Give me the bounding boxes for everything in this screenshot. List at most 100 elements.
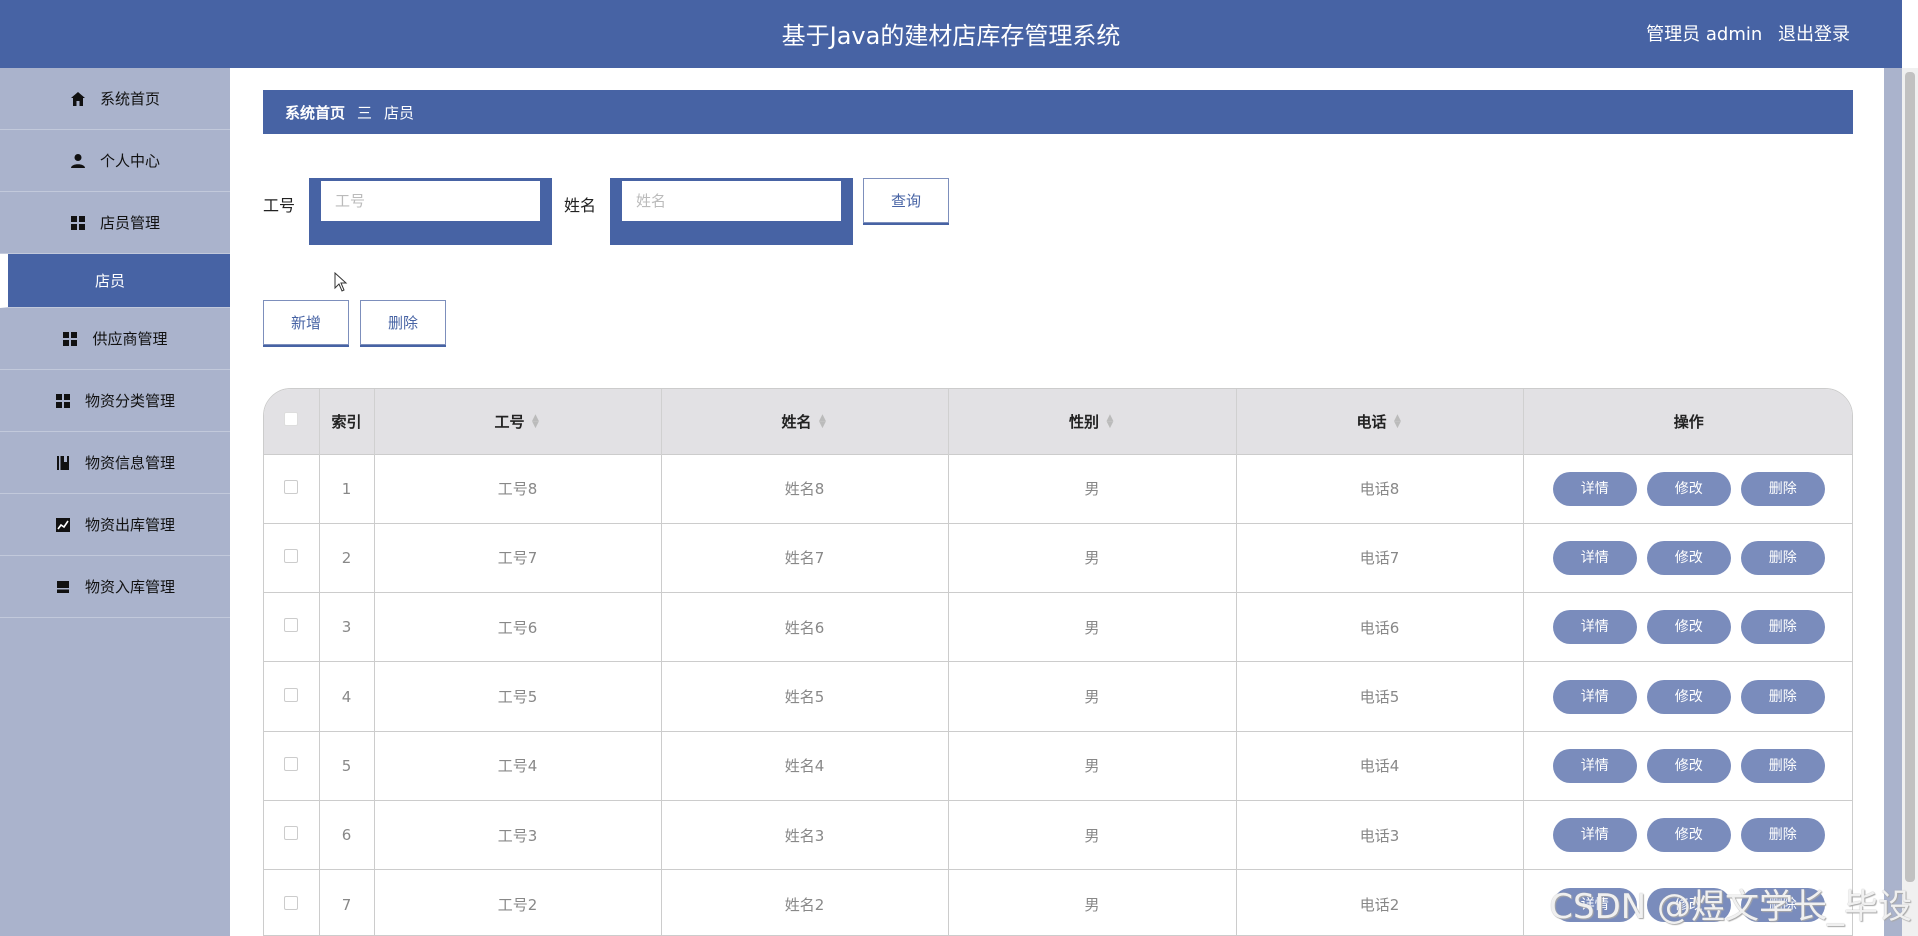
grid-icon xyxy=(63,331,78,346)
row-delete-button[interactable]: 删除 xyxy=(1740,540,1825,575)
row-checkbox[interactable] xyxy=(284,548,299,563)
sort-icon[interactable]: ▲ ▼ xyxy=(818,414,828,430)
column-header-ops: 操作 xyxy=(1523,389,1852,454)
row-select-cell xyxy=(264,730,320,801)
grid-icon xyxy=(70,215,85,230)
table-row: 5 工号4 姓名4 男电话4 详情 修改 删除 xyxy=(264,730,1852,801)
row-delete-button[interactable]: 删除 xyxy=(1740,471,1825,506)
row-delete-button[interactable]: 删除 xyxy=(1740,610,1825,645)
row-select-cell xyxy=(264,522,320,593)
breadcrumb-home[interactable]: 系统首页 xyxy=(285,102,345,123)
row-checkbox[interactable] xyxy=(284,895,299,910)
book-icon xyxy=(56,455,69,470)
sidebar-item-clerk-management[interactable]: 店员管理 xyxy=(0,192,230,254)
edit-button[interactable]: 修改 xyxy=(1646,610,1731,645)
detail-button[interactable]: 详情 xyxy=(1552,471,1637,506)
home-icon xyxy=(70,91,85,106)
row-checkbox[interactable] xyxy=(284,479,299,494)
row-select-cell xyxy=(264,592,320,662)
table-header-row: 索引 工号 ▲ ▼ 姓名 ▲ ▼ 性别 ▲ ▼ 电话 ▲ ▼ 操作 xyxy=(264,389,1852,454)
sidebar-item-home[interactable]: 系统首页 xyxy=(0,68,230,130)
sidebar-item-label: 店员管理 xyxy=(99,214,160,232)
detail-button[interactable]: 详情 xyxy=(1552,679,1637,714)
detail-button[interactable]: 详情 xyxy=(1552,610,1637,645)
table-row: 1 工号8 姓名8 男电话8 详情 修改 删除 xyxy=(264,453,1852,524)
column-header-id[interactable]: 工号 ▲ ▼ xyxy=(374,389,662,454)
gender-cell: 男 xyxy=(948,522,1237,593)
mouse-cursor-icon xyxy=(334,272,348,292)
clerk-table: 索引 工号 ▲ ▼ 姓名 ▲ ▼ 性别 ▲ ▼ 电话 ▲ ▼ 操作 1 工号8 姓名8 男电话8 详情修… xyxy=(263,388,1853,936)
sidebar-item-supplier-management[interactable]: 供应商管理 xyxy=(0,308,230,370)
column-header-name[interactable]: 姓名 ▲ ▼ xyxy=(661,389,949,454)
chart-icon xyxy=(55,517,70,532)
sidebar-item-outbound[interactable]: 物资出库管理 xyxy=(0,494,230,556)
column-header-gender[interactable]: 性别 ▲ ▼ xyxy=(948,389,1237,454)
sidebar-item-category-management[interactable]: 物资分类管理 xyxy=(0,370,230,432)
phone-cell: 电话2 xyxy=(1236,869,1524,935)
gender-cell: 男 xyxy=(948,799,1237,870)
sidebar: 系统首页 个人中心 店员管理 店员 供应商管理 物资分类管理 物资信息管理 物资… xyxy=(0,68,230,936)
edit-button[interactable]: 修改 xyxy=(1646,748,1731,783)
column-header-phone[interactable]: 电话 ▲ ▼ xyxy=(1236,389,1524,454)
detail-button[interactable]: 详情 xyxy=(1552,540,1637,575)
edit-button[interactable]: 修改 xyxy=(1646,471,1731,506)
id-cell: 工号2 xyxy=(374,869,662,935)
detail-button[interactable]: 详情 xyxy=(1552,748,1637,783)
phone-cell: 电话3 xyxy=(1236,799,1524,870)
sidebar-item-profile[interactable]: 个人中心 xyxy=(0,130,230,192)
sort-icon[interactable]: ▲ ▼ xyxy=(1105,414,1115,430)
phone-cell: 电话6 xyxy=(1236,592,1524,662)
name-cell: 姓名5 xyxy=(661,661,949,732)
header-label: 电话 xyxy=(1356,412,1387,431)
search-bar: 工号 姓名 查询 xyxy=(263,178,950,248)
edit-button[interactable]: 修改 xyxy=(1646,818,1731,853)
sidebar-item-label: 系统首页 xyxy=(99,90,160,108)
edit-button[interactable]: 修改 xyxy=(1646,679,1731,714)
name-input[interactable] xyxy=(622,181,842,221)
gender-cell: 男 xyxy=(948,661,1237,732)
delete-button[interactable]: 删除 xyxy=(360,300,446,345)
sort-icon[interactable]: ▲ ▼ xyxy=(1393,414,1403,430)
row-checkbox[interactable] xyxy=(284,618,299,633)
name-cell: 姓名4 xyxy=(661,730,949,801)
name-cell: 姓名7 xyxy=(661,522,949,593)
breadcrumb-current: 店员 xyxy=(384,103,415,122)
ops-cell: 详情 修改 删除 xyxy=(1523,592,1852,662)
row-delete-button[interactable]: 删除 xyxy=(1740,818,1825,853)
id-input[interactable] xyxy=(321,181,541,221)
scrollbar-thumb[interactable] xyxy=(1905,72,1915,882)
row-checkbox[interactable] xyxy=(284,756,299,771)
id-field-wrapper xyxy=(309,178,553,245)
detail-button[interactable]: 详情 xyxy=(1552,818,1637,853)
row-checkbox[interactable] xyxy=(284,687,299,702)
grid-icon xyxy=(55,393,70,408)
sidebar-item-inbound[interactable]: 物资入库管理 xyxy=(0,556,230,618)
row-delete-button[interactable]: 删除 xyxy=(1740,748,1825,783)
phone-cell: 电话7 xyxy=(1236,522,1524,593)
select-all-header xyxy=(264,389,320,454)
gender-cell: 男 xyxy=(948,869,1237,935)
row-checkbox[interactable] xyxy=(284,826,299,841)
name-cell: 姓名3 xyxy=(661,799,949,870)
ops-cell: 详情 修改 删除 xyxy=(1523,522,1852,593)
edit-button[interactable]: 修改 xyxy=(1646,540,1731,575)
gender-cell: 男 xyxy=(948,453,1237,524)
top-header: 基于Java的建材店库存管理系统 管理员 admin 退出登录 xyxy=(0,0,1902,68)
gender-cell: 男 xyxy=(948,730,1237,801)
id-cell: 工号6 xyxy=(374,592,662,662)
sidebar-item-material-info[interactable]: 物资信息管理 xyxy=(0,432,230,494)
sidebar-item-clerk[interactable]: 店员 xyxy=(0,254,230,308)
user-label: 管理员 admin xyxy=(1646,24,1763,45)
page-scrollbar[interactable] xyxy=(1902,68,1918,936)
row-delete-button[interactable]: 删除 xyxy=(1740,679,1825,714)
column-header-index: 索引 xyxy=(319,389,375,454)
query-button[interactable]: 查询 xyxy=(863,178,950,223)
index-cell: 3 xyxy=(319,592,375,662)
row-select-cell xyxy=(264,453,320,524)
logout-link[interactable]: 退出登录 xyxy=(1778,24,1850,45)
sort-icon[interactable]: ▲ ▼ xyxy=(531,414,541,430)
index-cell: 6 xyxy=(319,799,375,870)
add-button[interactable]: 新增 xyxy=(263,300,349,345)
select-all-checkbox[interactable] xyxy=(284,412,299,427)
id-cell: 工号8 xyxy=(374,453,662,524)
